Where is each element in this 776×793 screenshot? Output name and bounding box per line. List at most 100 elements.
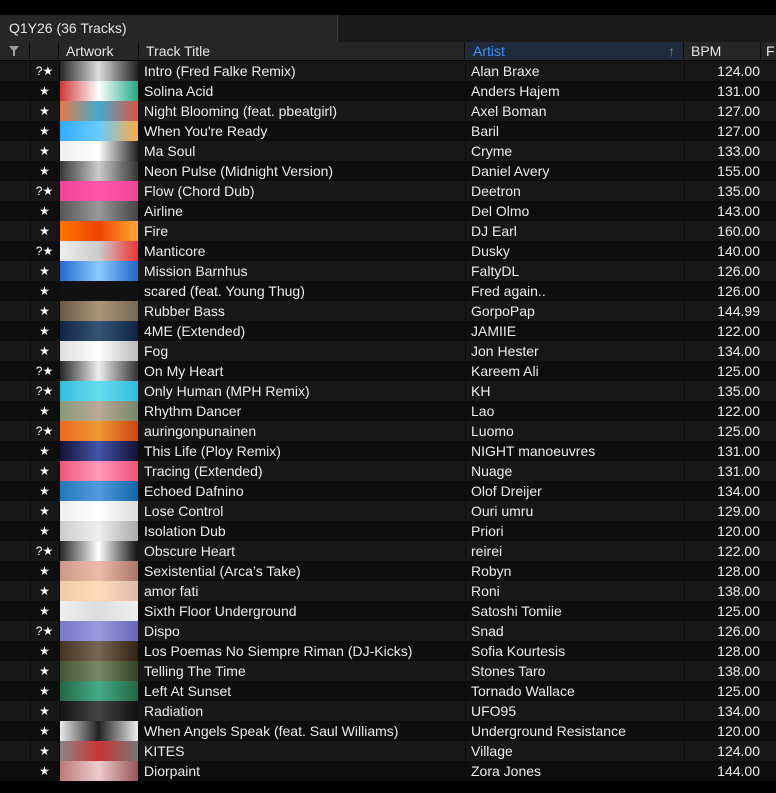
row-select-cell[interactable] bbox=[0, 501, 30, 521]
filter-icon[interactable] bbox=[9, 46, 19, 56]
bpm-column-header[interactable]: BPM bbox=[684, 42, 761, 60]
row-select-cell[interactable] bbox=[0, 401, 30, 421]
table-row[interactable]: ?★ Manticore Dusky 140.00 bbox=[0, 241, 776, 261]
row-select-cell[interactable] bbox=[0, 301, 30, 321]
table-row[interactable]: ★ Fog Jon Hester 134.00 bbox=[0, 341, 776, 361]
row-select-cell[interactable] bbox=[0, 421, 30, 441]
row-select-cell[interactable] bbox=[0, 661, 30, 681]
row-select-cell[interactable] bbox=[0, 321, 30, 341]
table-row[interactable]: ?★ Only Human (MPH Remix) KH 135.00 bbox=[0, 381, 776, 401]
table-row[interactable]: ★ When Angels Speak (feat. Saul Williams)… bbox=[0, 721, 776, 741]
track-flag-icon[interactable]: ★ bbox=[30, 601, 59, 621]
row-select-cell[interactable] bbox=[0, 681, 30, 701]
track-flag-icon[interactable]: ★ bbox=[30, 301, 59, 321]
track-flag-icon[interactable]: ★ bbox=[30, 561, 59, 581]
row-select-cell[interactable] bbox=[0, 61, 30, 81]
track-flag-icon[interactable]: ★ bbox=[30, 161, 59, 181]
row-select-cell[interactable] bbox=[0, 101, 30, 121]
table-row[interactable]: ★ Ma Soul Cryme 133.00 bbox=[0, 141, 776, 161]
table-row[interactable]: ?★ Flow (Chord Dub) Deetron 135.00 bbox=[0, 181, 776, 201]
row-select-cell[interactable] bbox=[0, 341, 30, 361]
table-row[interactable]: ★ When You're Ready Baril 127.00 bbox=[0, 121, 776, 141]
track-flag-icon[interactable]: ?★ bbox=[30, 541, 59, 561]
table-row[interactable]: ★ Tracing (Extended) Nuage 131.00 bbox=[0, 461, 776, 481]
table-row[interactable]: ★ Telling The Time Stones Taro 138.00 bbox=[0, 661, 776, 681]
table-row[interactable]: ★ Airline Del Olmo 143.00 bbox=[0, 201, 776, 221]
row-select-cell[interactable] bbox=[0, 261, 30, 281]
row-select-cell[interactable] bbox=[0, 361, 30, 381]
track-flag-icon[interactable]: ★ bbox=[30, 261, 59, 281]
track-flag-icon[interactable]: ?★ bbox=[30, 241, 59, 261]
table-row[interactable]: ★ 4ME (Extended) JAMIIE 122.00 bbox=[0, 321, 776, 341]
table-row[interactable]: ★ Rhythm Dancer Lao 122.00 bbox=[0, 401, 776, 421]
playlist-tab[interactable]: Q1Y26 (36 Tracks) bbox=[0, 15, 338, 42]
table-row[interactable]: ★ Los Poemas No Siempre Riman (DJ-Kicks) S… bbox=[0, 641, 776, 661]
row-select-cell[interactable] bbox=[0, 761, 30, 781]
table-row[interactable]: ★ Sexistential (Arca’s Take) Robyn 128.00 bbox=[0, 561, 776, 581]
row-select-cell[interactable] bbox=[0, 441, 30, 461]
table-row[interactable]: ★ scared (feat. Young Thug) Fred again.. 12… bbox=[0, 281, 776, 301]
row-select-cell[interactable] bbox=[0, 141, 30, 161]
table-row[interactable]: ?★ Dispo Snad 126.00 bbox=[0, 621, 776, 641]
table-row[interactable]: ★ This Life (Ploy Remix) NIGHT manoeuvres 1… bbox=[0, 441, 776, 461]
table-row[interactable]: ★ Diorpaint Zora Jones 144.00 bbox=[0, 761, 776, 781]
table-row[interactable]: ?★ Intro (Fred Falke Remix) Alan Braxe 124.… bbox=[0, 61, 776, 81]
row-select-cell[interactable] bbox=[0, 481, 30, 501]
track-flag-icon[interactable]: ★ bbox=[30, 81, 59, 101]
table-row[interactable]: ★ Night Blooming (feat. pbeatgirl) Axel Bo… bbox=[0, 101, 776, 121]
track-flag-icon[interactable]: ★ bbox=[30, 681, 59, 701]
track-flag-icon[interactable]: ?★ bbox=[30, 381, 59, 401]
track-flag-icon[interactable]: ★ bbox=[30, 201, 59, 221]
track-flag-icon[interactable]: ★ bbox=[30, 121, 59, 141]
title-column-header[interactable]: Track Title bbox=[139, 42, 465, 60]
artwork-column-header[interactable]: Artwork bbox=[59, 42, 139, 60]
track-flag-icon[interactable]: ★ bbox=[30, 521, 59, 541]
row-select-cell[interactable] bbox=[0, 121, 30, 141]
table-row[interactable]: ★ Left At Sunset Tornado Wallace 125.00 bbox=[0, 681, 776, 701]
flag-column-header[interactable] bbox=[30, 42, 59, 60]
row-select-cell[interactable] bbox=[0, 561, 30, 581]
track-flag-icon[interactable]: ★ bbox=[30, 341, 59, 361]
row-select-cell[interactable] bbox=[0, 181, 30, 201]
row-select-cell[interactable] bbox=[0, 241, 30, 261]
track-flag-icon[interactable]: ?★ bbox=[30, 181, 59, 201]
track-flag-icon[interactable]: ★ bbox=[30, 761, 59, 781]
table-row[interactable]: ?★ On My Heart Kareem Ali 125.00 bbox=[0, 361, 776, 381]
row-select-cell[interactable] bbox=[0, 81, 30, 101]
table-row[interactable]: ★ Sixth Floor Underground Satoshi Tomiie 12… bbox=[0, 601, 776, 621]
track-flag-icon[interactable]: ?★ bbox=[30, 621, 59, 641]
row-select-cell[interactable] bbox=[0, 601, 30, 621]
table-row[interactable]: ★ Lose Control Ouri umru 129.00 bbox=[0, 501, 776, 521]
track-flag-icon[interactable]: ★ bbox=[30, 401, 59, 421]
table-row[interactable]: ★ Mission Barnhus FaltyDL 126.00 bbox=[0, 261, 776, 281]
track-flag-icon[interactable]: ★ bbox=[30, 221, 59, 241]
track-flag-icon[interactable]: ★ bbox=[30, 701, 59, 721]
track-flag-icon[interactable]: ★ bbox=[30, 141, 59, 161]
track-flag-icon[interactable]: ★ bbox=[30, 721, 59, 741]
row-select-cell[interactable] bbox=[0, 541, 30, 561]
filter-column-header[interactable] bbox=[0, 42, 30, 60]
track-flag-icon[interactable]: ★ bbox=[30, 641, 59, 661]
track-flag-icon[interactable]: ★ bbox=[30, 741, 59, 761]
row-select-cell[interactable] bbox=[0, 701, 30, 721]
row-select-cell[interactable] bbox=[0, 621, 30, 641]
row-select-cell[interactable] bbox=[0, 521, 30, 541]
table-row[interactable]: ?★ Obscure Heart reirei 122.00 bbox=[0, 541, 776, 561]
row-select-cell[interactable] bbox=[0, 581, 30, 601]
track-flag-icon[interactable]: ★ bbox=[30, 581, 59, 601]
row-select-cell[interactable] bbox=[0, 721, 30, 741]
track-flag-icon[interactable]: ★ bbox=[30, 281, 59, 301]
row-select-cell[interactable] bbox=[0, 641, 30, 661]
table-row[interactable]: ★ Rubber Bass GorpoPap 144.99 bbox=[0, 301, 776, 321]
track-flag-icon[interactable]: ★ bbox=[30, 461, 59, 481]
row-select-cell[interactable] bbox=[0, 461, 30, 481]
table-row[interactable]: ★ amor fati Roni 138.00 bbox=[0, 581, 776, 601]
table-row[interactable]: ★ Radiation UFO95 134.00 bbox=[0, 701, 776, 721]
track-flag-icon[interactable]: ?★ bbox=[30, 61, 59, 81]
track-flag-icon[interactable]: ★ bbox=[30, 441, 59, 461]
row-select-cell[interactable] bbox=[0, 201, 30, 221]
row-select-cell[interactable] bbox=[0, 221, 30, 241]
table-row[interactable]: ★ Echoed Dafnino Olof Dreijer 134.00 bbox=[0, 481, 776, 501]
sort-ascending-icon[interactable]: ↑ bbox=[668, 42, 675, 60]
table-row[interactable]: ★ Solina Acid Anders Hajem 131.00 bbox=[0, 81, 776, 101]
